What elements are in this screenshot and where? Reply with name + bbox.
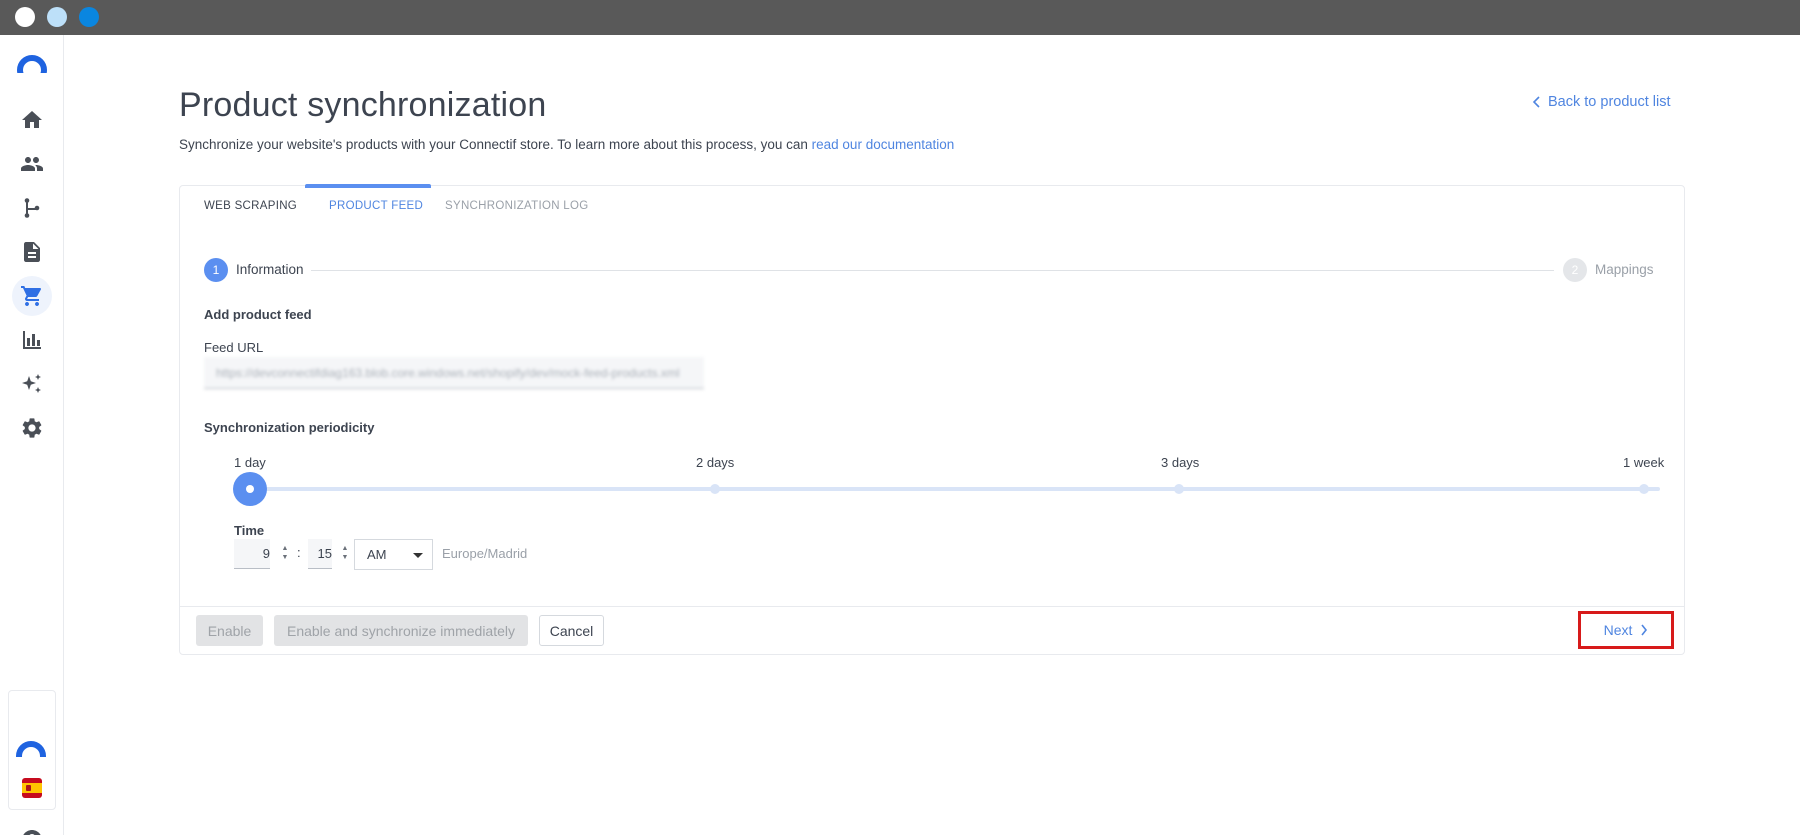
step-2-label: Mappings (1595, 262, 1654, 277)
next-button[interactable]: Next (1578, 611, 1674, 649)
feed-url-label: Feed URL (204, 340, 264, 355)
chevron-left-icon (1532, 96, 1540, 108)
sidebar-item-ai[interactable] (12, 364, 52, 404)
periodicity-option-3-days[interactable]: 3 days (1161, 455, 1199, 470)
page-title: Product synchronization (179, 86, 547, 124)
document-icon (24, 242, 40, 262)
slider-stop-3-days[interactable] (1174, 484, 1184, 494)
stepper-connector (311, 270, 1554, 271)
subtitle-text: Synchronize your website's products with… (179, 137, 812, 152)
hour-stepper-icon[interactable]: ▲ ▼ (280, 544, 290, 562)
people-icon (21, 157, 43, 171)
time-label: Time (234, 523, 265, 538)
minute-input[interactable]: 15 (308, 539, 332, 569)
connectif-logo-icon[interactable] (17, 55, 47, 73)
periodicity-heading: Synchronization periodicity (204, 420, 375, 435)
step-1-label: Information (236, 262, 304, 277)
connectif-account-logo-icon[interactable] (16, 741, 46, 757)
chevron-right-icon (1641, 624, 1648, 636)
periodicity-option-1-day[interactable]: 1 day (234, 455, 266, 470)
sidebar-item-home[interactable] (12, 100, 52, 140)
minute-value: 15 (317, 546, 332, 561)
window-minimize-dot[interactable] (47, 7, 67, 27)
slider-stop-2-days[interactable] (710, 484, 720, 494)
documentation-link[interactable]: read our documentation (812, 137, 955, 152)
enable-and-sync-button[interactable]: Enable and synchronize immediately (274, 615, 528, 646)
window-close-dot[interactable] (15, 7, 35, 27)
cancel-button[interactable]: Cancel (539, 615, 604, 646)
periodicity-option-1-week[interactable]: 1 week (1623, 455, 1664, 470)
ampm-value: AM (367, 547, 387, 562)
tab-synchronization-log[interactable]: SYNCHRONIZATION LOG (445, 200, 589, 212)
tab-web-scraping[interactable]: WEB SCRAPING (204, 200, 297, 212)
tab-product-feed[interactable]: PRODUCT FEED (329, 200, 423, 212)
hour-input[interactable]: 9 (234, 539, 270, 569)
sidebar-item-settings[interactable] (12, 408, 52, 448)
hour-value: 9 (262, 546, 270, 561)
enable-button[interactable]: Enable (196, 615, 263, 646)
sidebar (0, 35, 64, 835)
page-subtitle: Synchronize your website's products with… (179, 137, 954, 152)
product-sync-card (179, 185, 1685, 655)
minute-stepper-icon[interactable]: ▲ ▼ (340, 544, 350, 562)
caret-down-icon (413, 553, 423, 558)
step-2-circle: 2 (1563, 258, 1587, 282)
time-separator: : (297, 545, 301, 560)
feed-url-input[interactable] (204, 357, 704, 389)
add-product-feed-heading: Add product feed (204, 307, 312, 322)
step-1-circle: 1 (204, 258, 228, 282)
sidebar-item-reports[interactable] (12, 320, 52, 360)
sidebar-item-store[interactable] (12, 276, 52, 316)
back-link-label: Back to product list (1548, 94, 1671, 110)
window-titlebar (0, 0, 1800, 35)
back-to-product-list-link[interactable]: Back to product list (1532, 94, 1671, 110)
home-icon (22, 111, 42, 128)
gear-icon (22, 418, 42, 438)
sidebar-item-contacts[interactable] (12, 144, 52, 184)
sparkles-icon (22, 374, 41, 393)
sidebar-item-workflows[interactable] (12, 188, 52, 228)
ampm-select[interactable]: AM (354, 539, 433, 570)
timezone-label: Europe/Madrid (442, 546, 528, 561)
periodicity-option-2-days[interactable]: 2 days (696, 455, 734, 470)
bar-chart-icon (23, 331, 41, 349)
window-maximize-dot[interactable] (79, 7, 99, 27)
cart-icon (21, 286, 42, 306)
periodicity-slider-thumb[interactable] (233, 472, 267, 506)
user-account-icon[interactable] (20, 828, 44, 835)
sidebar-item-content[interactable] (12, 232, 52, 272)
workflow-icon (24, 198, 40, 218)
spain-flag-icon[interactable] (22, 778, 42, 798)
next-button-label: Next (1603, 622, 1633, 638)
slider-stop-1-week[interactable] (1639, 484, 1649, 494)
periodicity-slider-track[interactable] (249, 487, 1660, 491)
active-tab-indicator (305, 184, 431, 188)
